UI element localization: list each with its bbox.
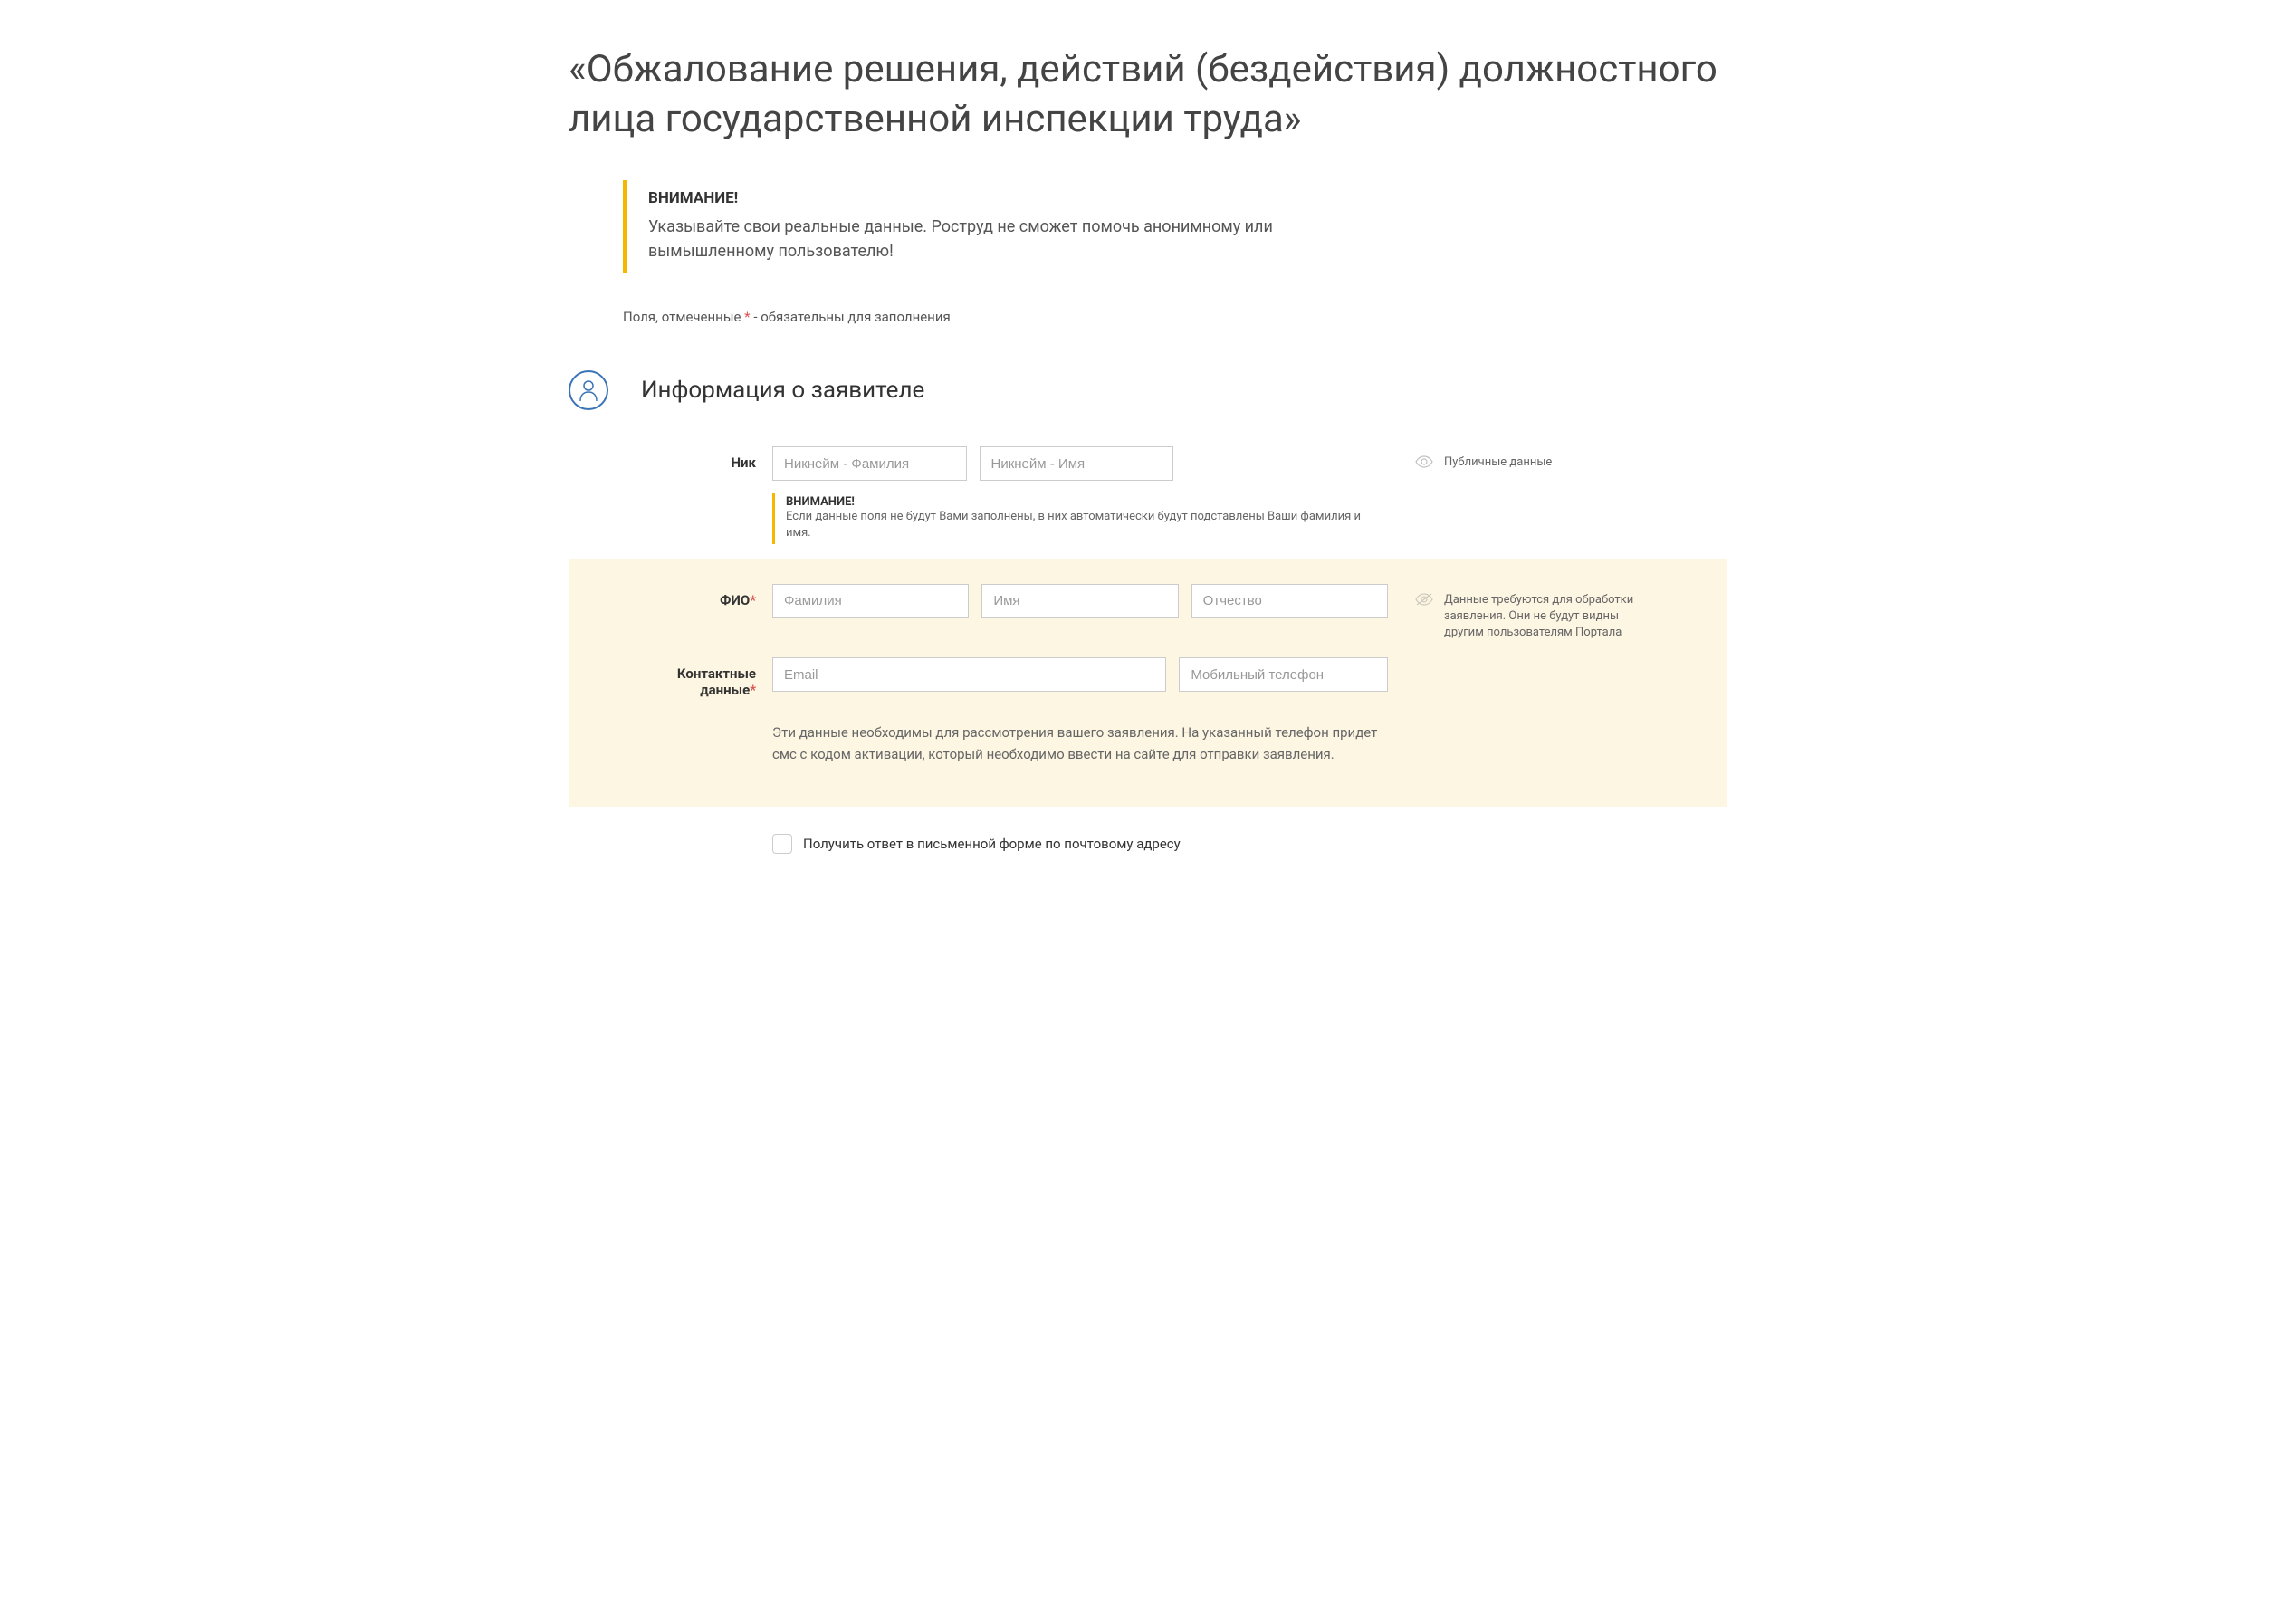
warning-title: ВНИМАНИЕ! [648, 189, 1275, 207]
postal-reply-label: Получить ответ в письменной форме по поч… [803, 836, 1181, 852]
email-input[interactable] [772, 657, 1166, 692]
public-data-text: Публичные данные [1444, 454, 1552, 471]
fio-label-text: ФИО [720, 592, 750, 608]
required-fields-note: Поля, отмеченные * - обязательны для зап… [623, 309, 1727, 325]
public-data-indicator: Публичные данные [1388, 446, 1660, 472]
section-title: Информация о заявителе [641, 377, 924, 404]
eye-icon [1415, 454, 1433, 472]
contact-required-star: * [750, 682, 756, 698]
required-suffix: - обязательны для заполнения [751, 309, 951, 325]
nick-row: Ник ВНИМАНИЕ! Если данные поля не будут … [650, 446, 1727, 543]
warning-text: Указывайте свои реальные данные. Роструд… [648, 215, 1275, 263]
postal-reply-row: Получить ответ в письменной форме по поч… [772, 834, 1727, 854]
nick-name-input[interactable] [980, 446, 1174, 481]
nick-label: Ник [650, 446, 772, 471]
section-header: Информация о заявителе [569, 370, 1727, 410]
private-data-block: ФИО* [569, 559, 1727, 808]
contact-row: Контактные данные* [650, 657, 1727, 698]
required-prefix: Поля, отмеченные [623, 309, 744, 325]
main-warning-block: ВНИМАНИЕ! Указывайте свои реальные данны… [623, 180, 1275, 273]
private-data-indicator: Данные требуются для обработки заявления… [1388, 584, 1660, 642]
fio-row: ФИО* [650, 584, 1727, 642]
phone-input[interactable] [1179, 657, 1388, 692]
nick-warning-title: ВНИМАНИЕ! [786, 495, 1388, 509]
person-icon [569, 370, 608, 410]
private-data-text: Данные требуются для обработки заявления… [1444, 592, 1660, 642]
nick-warning-text: Если данные поля не будут Вами заполнены… [786, 509, 1388, 541]
contact-label: Контактные данные* [650, 657, 772, 698]
fio-label: ФИО* [650, 584, 772, 608]
eye-hidden-icon [1415, 592, 1433, 609]
nick-warning-block: ВНИМАНИЕ! Если данные поля не будут Вами… [772, 493, 1388, 543]
nick-surname-input[interactable] [772, 446, 967, 481]
contact-helper-text: Эти данные необходимы для рассмотрения в… [772, 722, 1388, 765]
fio-required-star: * [750, 592, 756, 608]
postal-reply-checkbox[interactable] [772, 834, 792, 854]
surname-input[interactable] [772, 584, 969, 618]
firstname-input[interactable] [981, 584, 1178, 618]
contact-label-text: Контактные данные [677, 665, 756, 698]
helper-row: Эти данные необходимы для рассмотрения в… [650, 714, 1727, 765]
page-title: «Обжалование решения, действий (бездейст… [569, 45, 1727, 144]
patronymic-input[interactable] [1191, 584, 1388, 618]
